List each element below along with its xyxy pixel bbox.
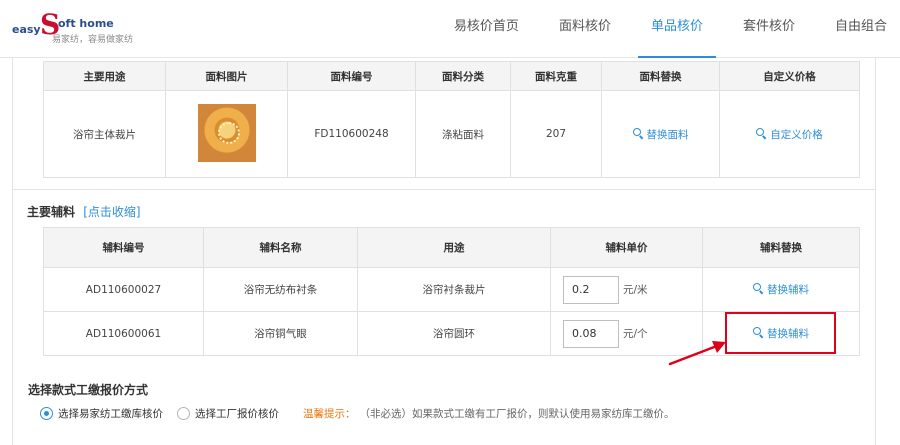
aux-usage: 浴帘衬条裁片 — [357, 267, 551, 312]
col-header-category: 面料分类 — [415, 61, 511, 91]
fabric-replace-cell: 替换面料 — [601, 90, 720, 178]
fabric-swatch-image[interactable] — [197, 103, 256, 162]
aux-name: 浴帘铜气眼 — [203, 311, 358, 356]
col-header-custom-price: 自定义价格 — [719, 61, 860, 91]
search-icon — [756, 127, 767, 139]
aux-section-title: 主要辅料 [点击收缩] — [27, 203, 141, 220]
table-row: 浴帘主体裁片 FD110600248 涤粘面料 207 替换面料 自定义价格 — [43, 90, 860, 178]
main-nav: 易核价首页 面料核价 单品核价 套件核价 自由组合 — [427, 0, 900, 58]
col-header-weight: 面料克重 — [510, 61, 602, 91]
brand-logo[interactable]: easy S oft home 易家纺，容易做家纺 — [12, 10, 152, 50]
radio-library-option[interactable] — [40, 406, 53, 420]
replace-fabric-link[interactable]: 替换面料 — [632, 127, 689, 141]
search-icon — [632, 127, 644, 139]
aux-collapse-link[interactable]: [点击收缩] — [83, 205, 140, 219]
search-icon — [753, 283, 764, 294]
fabric-code: FD110600248 — [287, 90, 416, 178]
fabric-table-header-row: 主要用途 面料图片 面料编号 面料分类 面料克重 面料替换 自定义价格 — [43, 61, 860, 91]
radio-library-label[interactable]: 选择易家纺工缴库核价 — [58, 406, 163, 421]
table-row: AD110600027 浴帘无纺布衬条 浴帘衬条裁片 0.2 元/米 替换辅料 — [43, 267, 860, 312]
tip-label: 温馨提示： — [303, 407, 356, 420]
logo-slogan: 易家纺，容易做家纺 — [52, 35, 134, 45]
fabric-weight: 207 — [510, 90, 602, 178]
replace-aux-link[interactable]: 替换辅料 — [753, 283, 809, 296]
nav-item-fabric-pricing[interactable]: 面料核价 — [546, 0, 624, 58]
fabric-image-cell — [165, 90, 288, 178]
aux-price-input[interactable]: 0.2 — [563, 275, 619, 304]
custom-price-link[interactable]: 自定义价格 — [756, 127, 823, 141]
col-header-aux-usage: 用途 — [357, 227, 551, 268]
fabric-usage: 浴帘主体裁片 — [43, 90, 166, 178]
highlight-box-annotation — [725, 312, 836, 354]
red-arrow-annotation — [668, 341, 726, 366]
nav-item-single-pricing[interactable]: 单品核价 — [637, 0, 716, 58]
aux-price-cell: 0.2 元/米 — [550, 267, 703, 312]
aux-code: AD110600061 — [43, 311, 204, 356]
logo-easy-text: easy — [12, 23, 41, 36]
radio-factory-label[interactable]: 选择工厂报价核价 — [195, 406, 279, 421]
col-header-aux-code: 辅料编号 — [43, 227, 204, 268]
col-header-usage: 主要用途 — [43, 61, 166, 91]
custom-price-label: 自定义价格 — [770, 128, 823, 141]
nav-item-home[interactable]: 易核价首页 — [441, 0, 532, 58]
logo-oft-home-text: oft home — [58, 17, 114, 30]
aux-price-unit: 元/个 — [623, 328, 648, 340]
aux-title-text: 主要辅料 — [27, 205, 76, 219]
replace-fabric-label: 替换面料 — [646, 128, 689, 141]
col-header-aux-replace: 辅料替换 — [702, 227, 860, 268]
aux-price-unit: 元/米 — [623, 284, 648, 296]
col-header-replace: 面料替换 — [601, 61, 720, 91]
top-header: easy S oft home 易家纺，容易做家纺 易核价首页 面料核价 单品核… — [0, 0, 900, 58]
replace-aux-label: 替换辅料 — [767, 284, 809, 296]
aux-price-input[interactable]: 0.08 — [563, 319, 619, 348]
fabric-table: 主要用途 面料图片 面料编号 面料分类 面料克重 面料替换 自定义价格 浴帘主体… — [43, 61, 860, 178]
aux-usage: 浴帘圆环 — [357, 311, 551, 356]
labor-section-title: 选择款式工缴报价方式 — [28, 383, 149, 397]
col-header-aux-price: 辅料单价 — [550, 227, 703, 268]
nav-item-free-combo[interactable]: 自由组合 — [822, 0, 900, 58]
nav-item-set-pricing[interactable]: 套件核价 — [730, 0, 808, 58]
col-header-aux-name: 辅料名称 — [203, 227, 358, 268]
aux-name: 浴帘无纺布衬条 — [203, 267, 358, 312]
col-header-image: 面料图片 — [165, 61, 288, 91]
labor-option-row: 选择易家纺工缴库核价 选择工厂报价核价 温馨提示： （非必选）如果款式工缴有工厂… — [40, 405, 675, 421]
tip-text: （非必选）如果款式工缴有工厂报价，则默认使用易家纺库工缴价。 — [359, 407, 675, 420]
col-header-code: 面料编号 — [287, 61, 416, 91]
radio-factory-option[interactable] — [177, 406, 190, 420]
aux-table-header-row: 辅料编号 辅料名称 用途 辅料单价 辅料替换 — [43, 227, 860, 268]
fabric-custom-price-cell: 自定义价格 — [719, 90, 860, 178]
aux-code: AD110600027 — [43, 267, 204, 312]
fabric-panel: 主要用途 面料图片 面料编号 面料分类 面料克重 面料替换 自定义价格 浴帘主体… — [12, 58, 876, 190]
fabric-category: 涤粘面料 — [415, 90, 511, 178]
aux-replace-cell: 替换辅料 — [702, 267, 860, 312]
